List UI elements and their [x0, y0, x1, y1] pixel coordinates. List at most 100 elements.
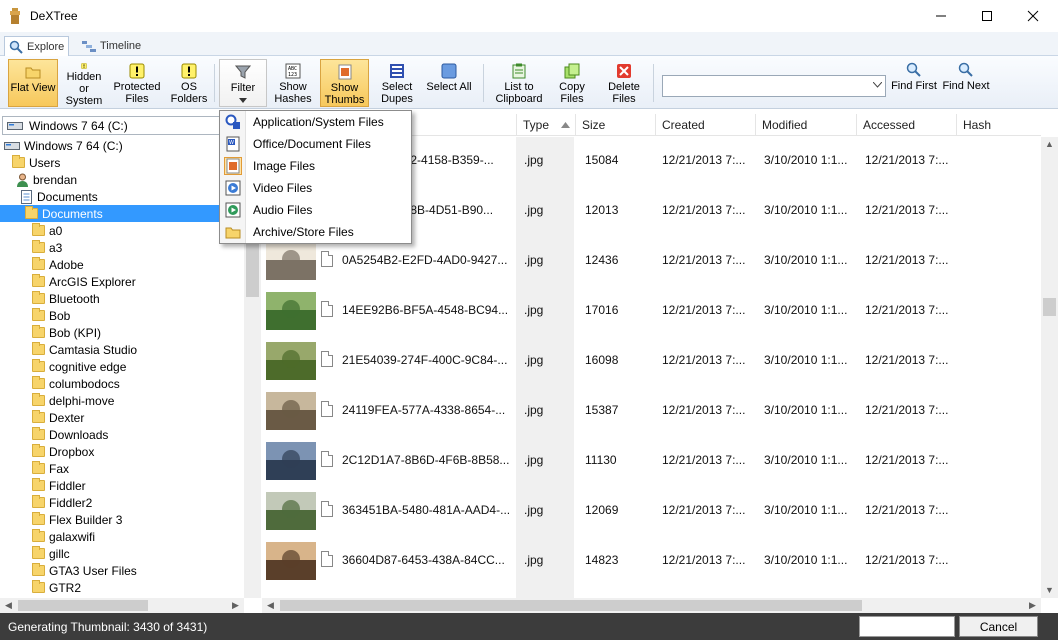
column-header-hash[interactable]: Hash: [956, 114, 1041, 136]
column-header-type[interactable]: Type: [516, 114, 574, 136]
column-header-modified[interactable]: Modified: [755, 114, 856, 136]
tab-timeline[interactable]: Timeline: [78, 36, 145, 56]
scroll-left-icon[interactable]: ◀: [5, 600, 12, 611]
tree-item-folder[interactable]: Bob (KPI): [32, 324, 101, 341]
tab-explore[interactable]: Explore: [4, 36, 70, 56]
title-bar: DeXTree: [0, 0, 1058, 32]
tree-item-folder[interactable]: GTR2: [32, 579, 81, 596]
show-thumbs-button[interactable]: Show Thumbs: [320, 59, 369, 107]
tree-item-folder[interactable]: cognitive edge: [32, 358, 126, 375]
tree-item-folder[interactable]: galaxwifi: [32, 528, 95, 545]
column-header-size[interactable]: Size: [575, 114, 655, 136]
tree-item-folder[interactable]: Fiddler: [32, 477, 86, 494]
tree-item-folder[interactable]: Dexter: [32, 409, 84, 426]
scrollbar-thumb[interactable]: [1043, 298, 1056, 316]
tree-item-folder[interactable]: Flex Builder 3: [32, 511, 122, 528]
table-row[interactable]: 363451BA-5480-481A-AAD4-... .jpg 12069 12/2…: [262, 487, 1041, 537]
tree-item-users[interactable]: Users: [12, 154, 60, 171]
folder-icon: [32, 580, 45, 593]
file-created-cell: 12/21/2013 7:...: [662, 553, 746, 567]
tree-item-folder[interactable]: Fax: [32, 460, 69, 477]
show-hashes-button[interactable]: ABC 123 Show Hashes: [270, 59, 316, 107]
column-header-created[interactable]: Created: [655, 114, 755, 136]
tree-item-folder[interactable]: Fiddler2: [32, 494, 92, 511]
tree-item-folder[interactable]: Downloads: [32, 426, 108, 443]
folder-icon: [32, 563, 45, 576]
tree-item-folder[interactable]: gillc: [32, 545, 70, 562]
close-button[interactable]: [1010, 0, 1056, 32]
tree-item-folder[interactable]: a0: [32, 222, 62, 239]
thumbnail-image: [266, 442, 316, 480]
flat-view-button[interactable]: Flat View: [8, 59, 58, 107]
select-all-button[interactable]: Select All: [423, 59, 475, 107]
tree-item-label: Fax: [49, 461, 70, 476]
tree-item-drive[interactable]: Windows 7 64 (C:): [4, 137, 123, 154]
file-accessed-cell: 12/21/2013 7:...: [865, 353, 949, 367]
maximize-button[interactable]: [964, 0, 1010, 32]
table-row[interactable]: 36604D87-6453-438A-84CC... .jpg 14823 12/21…: [262, 537, 1041, 587]
tree-item-folder[interactable]: columbodocs: [32, 375, 120, 392]
cancel-button[interactable]: Cancel: [959, 616, 1038, 637]
list-to-clipboard-button[interactable]: List to Clipboard: [490, 59, 548, 107]
tree-item-folder[interactable]: Camtasia Studio: [32, 341, 137, 358]
find-next-button[interactable]: Find Next: [940, 62, 992, 92]
tree-item-documents-library[interactable]: Documents: [20, 188, 98, 205]
menu-item-application-files[interactable]: Application/System Files: [220, 111, 411, 133]
table-row[interactable]: 24119FEA-577A-4338-8654-... .jpg 15387 12/2…: [262, 387, 1041, 437]
table-row[interactable]: 0A5254B2-E2FD-4AD0-9427... .jpg 12436 12/21…: [262, 237, 1041, 287]
scrollbar-thumb[interactable]: [280, 600, 862, 611]
filter-button[interactable]: Filter: [219, 59, 267, 107]
chevron-down-icon[interactable]: [873, 82, 882, 88]
find-first-button[interactable]: Find First: [889, 62, 939, 92]
delete-files-button[interactable]: Delete Files: [603, 59, 645, 107]
tree-item-folder[interactable]: delphi-move: [32, 392, 114, 409]
tree-item-folder[interactable]: Adobe: [32, 256, 84, 273]
scroll-down-icon[interactable]: ▼: [1045, 585, 1054, 595]
hidden-system-button[interactable]: Hidden or System: [60, 59, 108, 107]
menu-item-video-files[interactable]: Video Files: [220, 177, 411, 199]
menu-item-document-files[interactable]: W Office/Document Files: [220, 133, 411, 155]
menu-item-audio-files[interactable]: Audio Files: [220, 199, 411, 221]
tree-item-folder[interactable]: Bluetooth: [32, 290, 100, 307]
folder-icon: [25, 206, 38, 219]
select-dupes-icon: [390, 64, 404, 78]
scroll-up-icon[interactable]: ▲: [1045, 139, 1054, 149]
tree-item-folder[interactable]: ArcGIS Explorer: [32, 273, 136, 290]
scroll-right-icon[interactable]: ▶: [1029, 600, 1036, 611]
tree-item-label: cognitive edge: [49, 359, 127, 374]
file-icon: [321, 501, 333, 517]
file-list-horizontal-scrollbar[interactable]: ◀ ▶: [262, 598, 1041, 613]
protected-files-button[interactable]: Protected Files: [110, 59, 164, 107]
tab-explore-label: Explore: [27, 40, 65, 53]
tree-item-user[interactable]: brendan: [16, 171, 77, 188]
menu-item-image-files[interactable]: Image Files: [220, 155, 411, 177]
tree-item-documents-selected[interactable]: Documents: [0, 205, 244, 222]
scroll-right-icon[interactable]: ▶: [232, 600, 239, 611]
folder-icon: [32, 495, 45, 508]
select-dupes-button[interactable]: Select Dupes: [373, 59, 421, 107]
tree-item-folder[interactable]: Dropbox: [32, 443, 94, 460]
table-row[interactable]: 14EE92B6-BF5A-4548-BC94... .jpg 17016 12/21…: [262, 287, 1041, 337]
minimize-button[interactable]: [918, 0, 964, 32]
tree-horizontal-scrollbar[interactable]: ◀ ▶: [0, 598, 244, 613]
drive-selector[interactable]: Windows 7 64 (C:): [2, 116, 242, 135]
table-row[interactable]: 2C12D1A7-8B6D-4F6B-8B58... .jpg 11130 12/21…: [262, 437, 1041, 487]
scroll-left-icon[interactable]: ◀: [267, 600, 274, 611]
file-name-cell: 24119FEA-577A-4338-8654-...: [342, 403, 506, 417]
os-folders-button[interactable]: OS Folders: [166, 59, 212, 107]
file-list-vertical-scrollbar[interactable]: ▲ ▼: [1041, 137, 1058, 598]
file-accessed-cell: 12/21/2013 7:...: [865, 453, 949, 467]
copy-files-button[interactable]: Copy Files: [553, 59, 591, 107]
tab-timeline-label: Timeline: [100, 40, 142, 52]
tree-item-folder[interactable]: Bob: [32, 307, 70, 324]
table-row[interactable]: 21E54039-274F-400C-9C84-... .jpg 16098 12/2…: [262, 337, 1041, 387]
tree-item-folder[interactable]: GTA3 User Files: [32, 562, 137, 579]
folder-icon: [32, 342, 45, 355]
column-header-accessed[interactable]: Accessed: [856, 114, 956, 136]
scrollbar-thumb[interactable]: [18, 600, 148, 611]
search-input[interactable]: [662, 75, 886, 97]
warning-icon: [181, 63, 197, 79]
file-size-cell: 12069: [585, 503, 619, 517]
tree-item-folder[interactable]: a3: [32, 239, 62, 256]
menu-item-archive-files[interactable]: Archive/Store Files: [220, 221, 411, 243]
